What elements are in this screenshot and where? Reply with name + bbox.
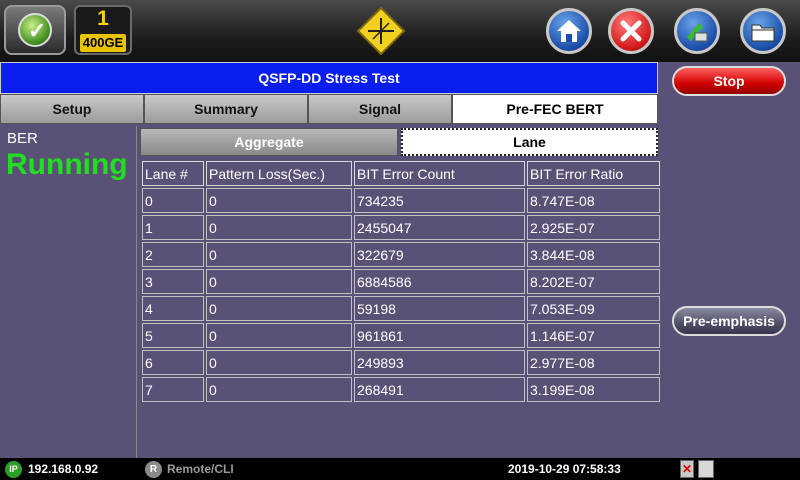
ip-address: 192.168.0.92	[28, 462, 99, 476]
top-toolbar: ✓ 1 400GE	[0, 0, 800, 62]
lane-cell: 0	[142, 188, 204, 213]
lane-cell: 3	[142, 269, 204, 294]
folder-button[interactable]	[740, 8, 786, 54]
usb-icon[interactable]: ✕	[680, 460, 694, 478]
pattern-loss-cell: 0	[206, 350, 352, 375]
bit-error-ratio-cell: 8.202E-07	[527, 269, 660, 294]
tab-summary[interactable]: Summary	[144, 94, 308, 124]
lane-cell: 1	[142, 215, 204, 240]
tab-bar: Setup Summary Signal Pre-FEC BERT	[0, 94, 658, 124]
table-row: 7 0 268491 3.199E-08	[142, 377, 660, 402]
lane-cell: 6	[142, 350, 204, 375]
bit-error-ratio-cell: 2.925E-07	[527, 215, 660, 240]
tab-pre-fec-bert[interactable]: Pre-FEC BERT	[452, 94, 658, 124]
subtab-bar: Aggregate Lane	[140, 126, 658, 156]
port-selector[interactable]: 1 400GE	[74, 5, 132, 55]
table-row: 1 0 2455047 2.925E-07	[142, 215, 660, 240]
bit-error-count-cell: 268491	[354, 377, 525, 402]
port-number: 1	[97, 7, 109, 30]
subtab-lane[interactable]: Lane	[401, 128, 658, 156]
lane-results-table: Lane # Pattern Loss(Sec.) BIT Error Coun…	[140, 159, 662, 404]
table-header-row: Lane # Pattern Loss(Sec.) BIT Error Coun…	[142, 161, 660, 186]
lane-cell: 5	[142, 323, 204, 348]
pre-emphasis-button[interactable]: Pre-emphasis	[672, 306, 786, 336]
logo-icon: ✓	[18, 13, 52, 47]
column-header: Lane #	[142, 161, 204, 186]
pattern-loss-cell: 0	[206, 323, 352, 348]
main-area: QSFP-DD Stress Test Setup Summary Signal…	[0, 62, 800, 458]
bit-error-ratio-cell: 7.053E-09	[527, 296, 660, 321]
table-row: 0 0 734235 8.747E-08	[142, 188, 660, 213]
bit-error-ratio-cell: 3.199E-08	[527, 377, 660, 402]
logo-button[interactable]: ✓	[4, 5, 66, 55]
tools-icon	[687, 23, 708, 42]
bit-error-ratio-cell: 2.977E-08	[527, 350, 660, 375]
remote-status: Remote/CLI	[167, 462, 234, 476]
bit-error-ratio-cell: 3.844E-08	[527, 242, 660, 267]
ip-icon: IP	[5, 461, 22, 478]
home-button[interactable]	[546, 8, 592, 54]
stop-button[interactable]: Stop	[672, 66, 786, 96]
lane-cell: 4	[142, 296, 204, 321]
pattern-loss-cell: 0	[206, 242, 352, 267]
column-header: Pattern Loss(Sec.)	[206, 161, 352, 186]
tab-signal[interactable]: Signal	[308, 94, 452, 124]
close-button[interactable]	[608, 8, 654, 54]
bit-error-count-cell: 249893	[354, 350, 525, 375]
datetime: 2019-10-29 07:58:33	[508, 462, 621, 476]
column-header: BIT Error Count	[354, 161, 525, 186]
home-icon	[557, 20, 581, 42]
pattern-loss-cell: 0	[206, 296, 352, 321]
bit-error-count-cell: 2455047	[354, 215, 525, 240]
column-header: BIT Error Ratio	[527, 161, 660, 186]
tab-setup[interactable]: Setup	[0, 94, 144, 124]
table-row: 2 0 322679 3.844E-08	[142, 242, 660, 267]
page-title: QSFP-DD Stress Test	[0, 62, 658, 94]
folder-icon	[751, 24, 775, 42]
action-panel: Stop Pre-emphasis	[660, 62, 800, 458]
close-icon	[620, 20, 642, 42]
pattern-loss-cell: 0	[206, 377, 352, 402]
bit-error-ratio-cell: 8.747E-08	[527, 188, 660, 213]
bit-error-count-cell: 6884586	[354, 269, 525, 294]
table-row: 3 0 6884586 8.202E-07	[142, 269, 660, 294]
bit-error-count-cell: 59198	[354, 296, 525, 321]
bit-error-ratio-cell: 1.146E-07	[527, 323, 660, 348]
table-row: 4 0 59198 7.053E-09	[142, 296, 660, 321]
table-row: 5 0 961861 1.146E-07	[142, 323, 660, 348]
status-panel: BER Running	[0, 126, 137, 458]
subtab-aggregate[interactable]: Aggregate	[140, 128, 398, 156]
pattern-loss-cell: 0	[206, 269, 352, 294]
network-icon[interactable]	[698, 460, 714, 478]
ber-label: BER	[7, 130, 38, 147]
bit-error-count-cell: 961861	[354, 323, 525, 348]
warning-icon[interactable]	[356, 6, 406, 56]
pattern-loss-cell: 0	[206, 188, 352, 213]
bit-error-count-cell: 322679	[354, 242, 525, 267]
remote-icon: R	[145, 461, 162, 478]
table-row: 6 0 249893 2.977E-08	[142, 350, 660, 375]
lane-cell: 7	[142, 377, 204, 402]
status-bar: IP 192.168.0.92 R Remote/CLI 2019-10-29 …	[0, 458, 800, 480]
tools-button[interactable]	[674, 8, 720, 54]
port-speed: 400GE	[80, 34, 126, 52]
pattern-loss-cell: 0	[206, 215, 352, 240]
ber-status: Running	[6, 148, 128, 181]
lane-cell: 2	[142, 242, 204, 267]
bit-error-count-cell: 734235	[354, 188, 525, 213]
